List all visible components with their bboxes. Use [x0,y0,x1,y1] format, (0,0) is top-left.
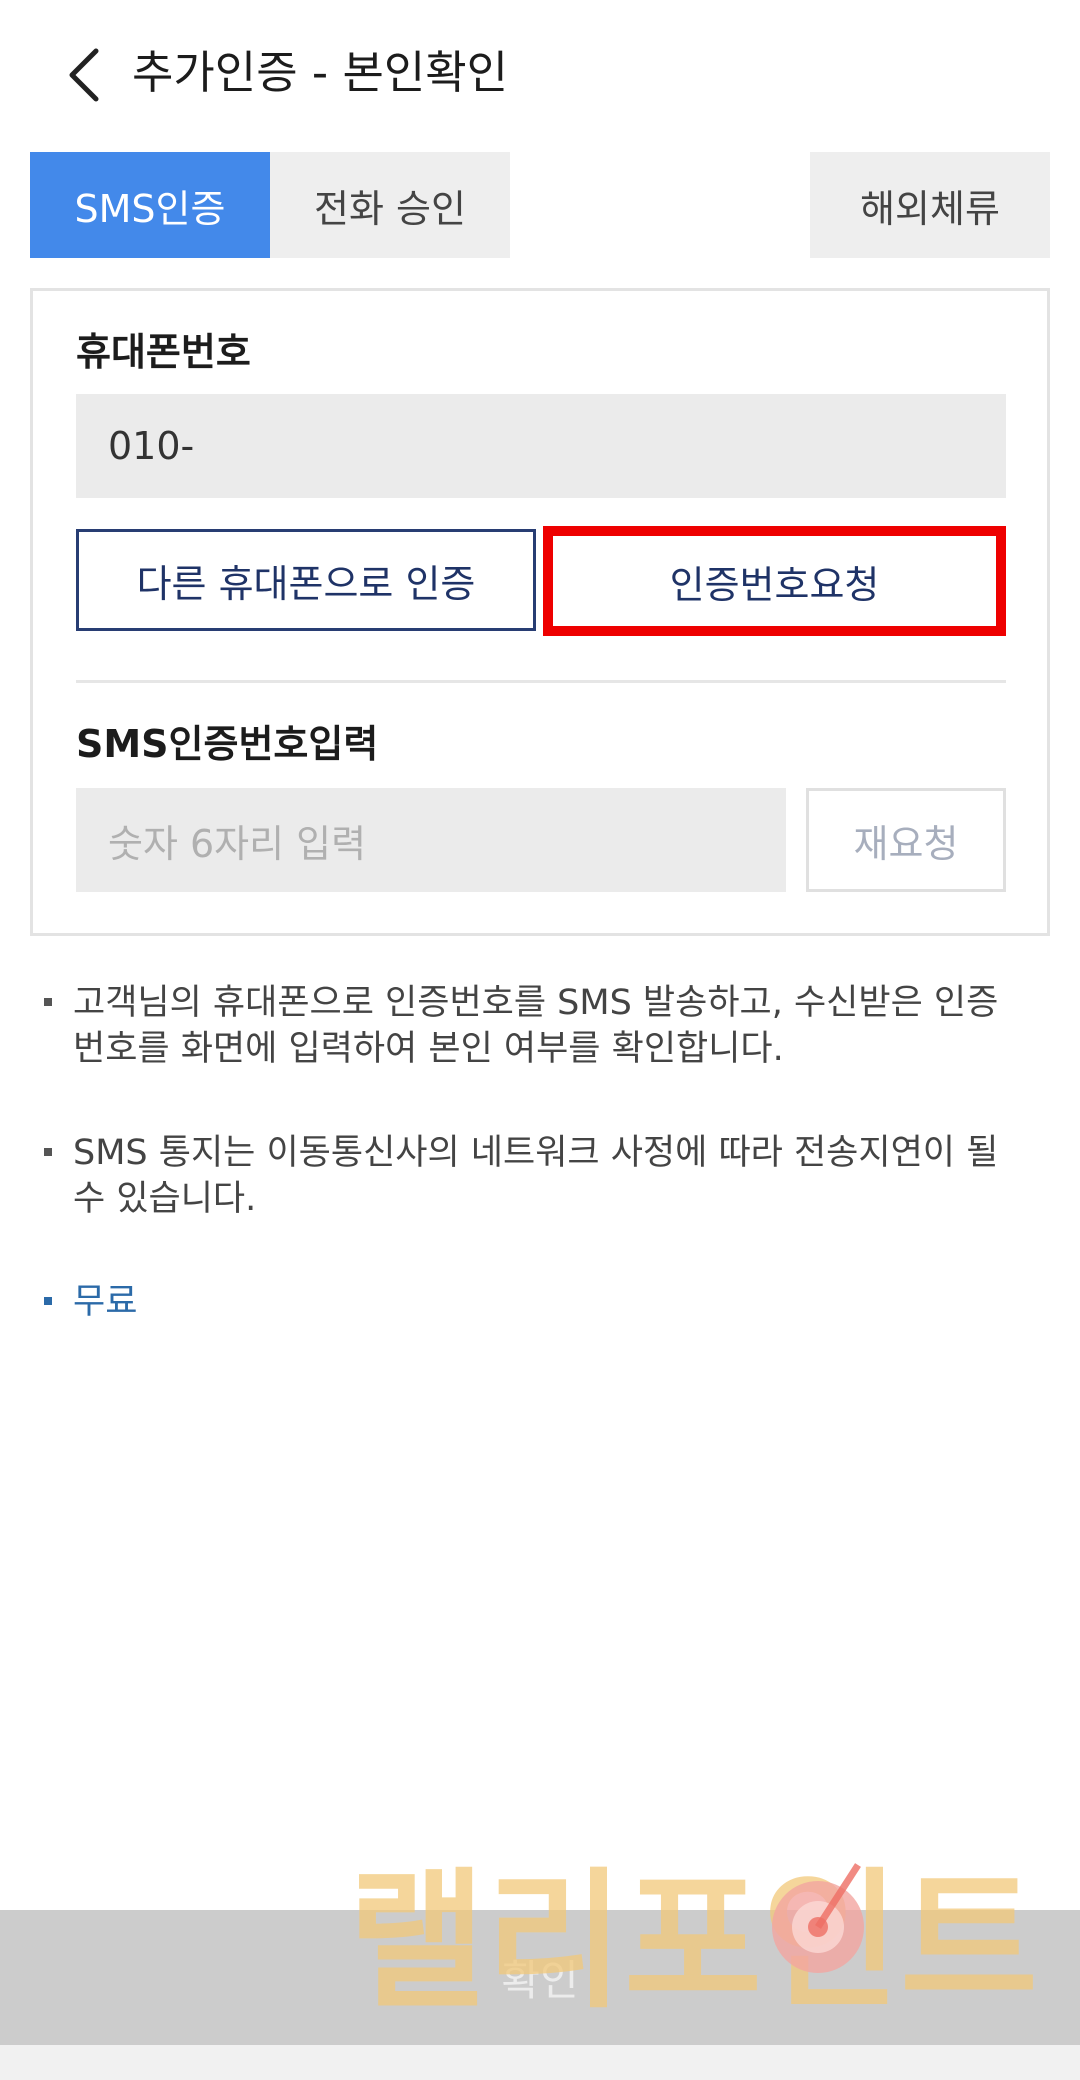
bottom-strip [0,2045,1080,2080]
note-text: SMS 통지는 이동통신사의 네트워크 사정에 따라 전송지연이 될 수 있습니… [73,1133,999,1219]
confirm-button[interactable]: 확인 [0,1910,1080,2045]
list-item: SMS 통지는 이동통신사의 네트워크 사정에 따라 전송지연이 될 수 있습니… [44,1130,1024,1222]
divider [76,680,1006,683]
bullet-icon [44,1148,52,1156]
auth-method-tabs: SMS인증 전화 승인 해외체류 [30,152,1050,258]
request-code-button[interactable]: 인증번호요청 [543,526,1006,636]
note-text: 무료 [73,1282,138,1322]
list-item: 무료 [44,1279,1024,1325]
tab-sms-auth[interactable]: SMS인증 [30,152,270,258]
note-text: 고객님의 휴대폰으로 인증번호를 SMS 발송하고, 수신받은 인증번호를 화면… [73,983,999,1069]
chevron-left-icon [69,48,99,102]
phone-number-field[interactable]: 010- [76,394,1006,498]
phone-number-value: 010- [108,424,195,468]
page-title: 추가인증 - 본인확인 [132,46,509,99]
resend-button[interactable]: 재요청 [806,788,1006,892]
bullet-icon [44,998,52,1006]
sms-code-label: SMS인증번호입력 [76,722,379,766]
tab-phone-approval[interactable]: 전화 승인 [270,152,510,258]
header: 추가인증 - 본인확인 [0,0,1080,145]
tab-overseas-stay[interactable]: 해외체류 [810,152,1050,258]
verification-card: 휴대폰번호 010- 다른 휴대폰으로 인증 인증번호요청 SMS인증번호입력 … [30,288,1050,936]
back-button[interactable] [60,45,110,105]
bullet-icon [44,1297,52,1305]
sms-code-placeholder: 숫자 6자리 입력 [108,821,367,866]
sms-code-input[interactable]: 숫자 6자리 입력 [76,788,786,892]
phone-number-label: 휴대폰번호 [76,330,251,374]
list-item: 고객님의 휴대폰으로 인증번호를 SMS 발송하고, 수신받은 인증번호를 화면… [44,980,1024,1072]
other-phone-auth-button[interactable]: 다른 휴대폰으로 인증 [76,529,536,631]
